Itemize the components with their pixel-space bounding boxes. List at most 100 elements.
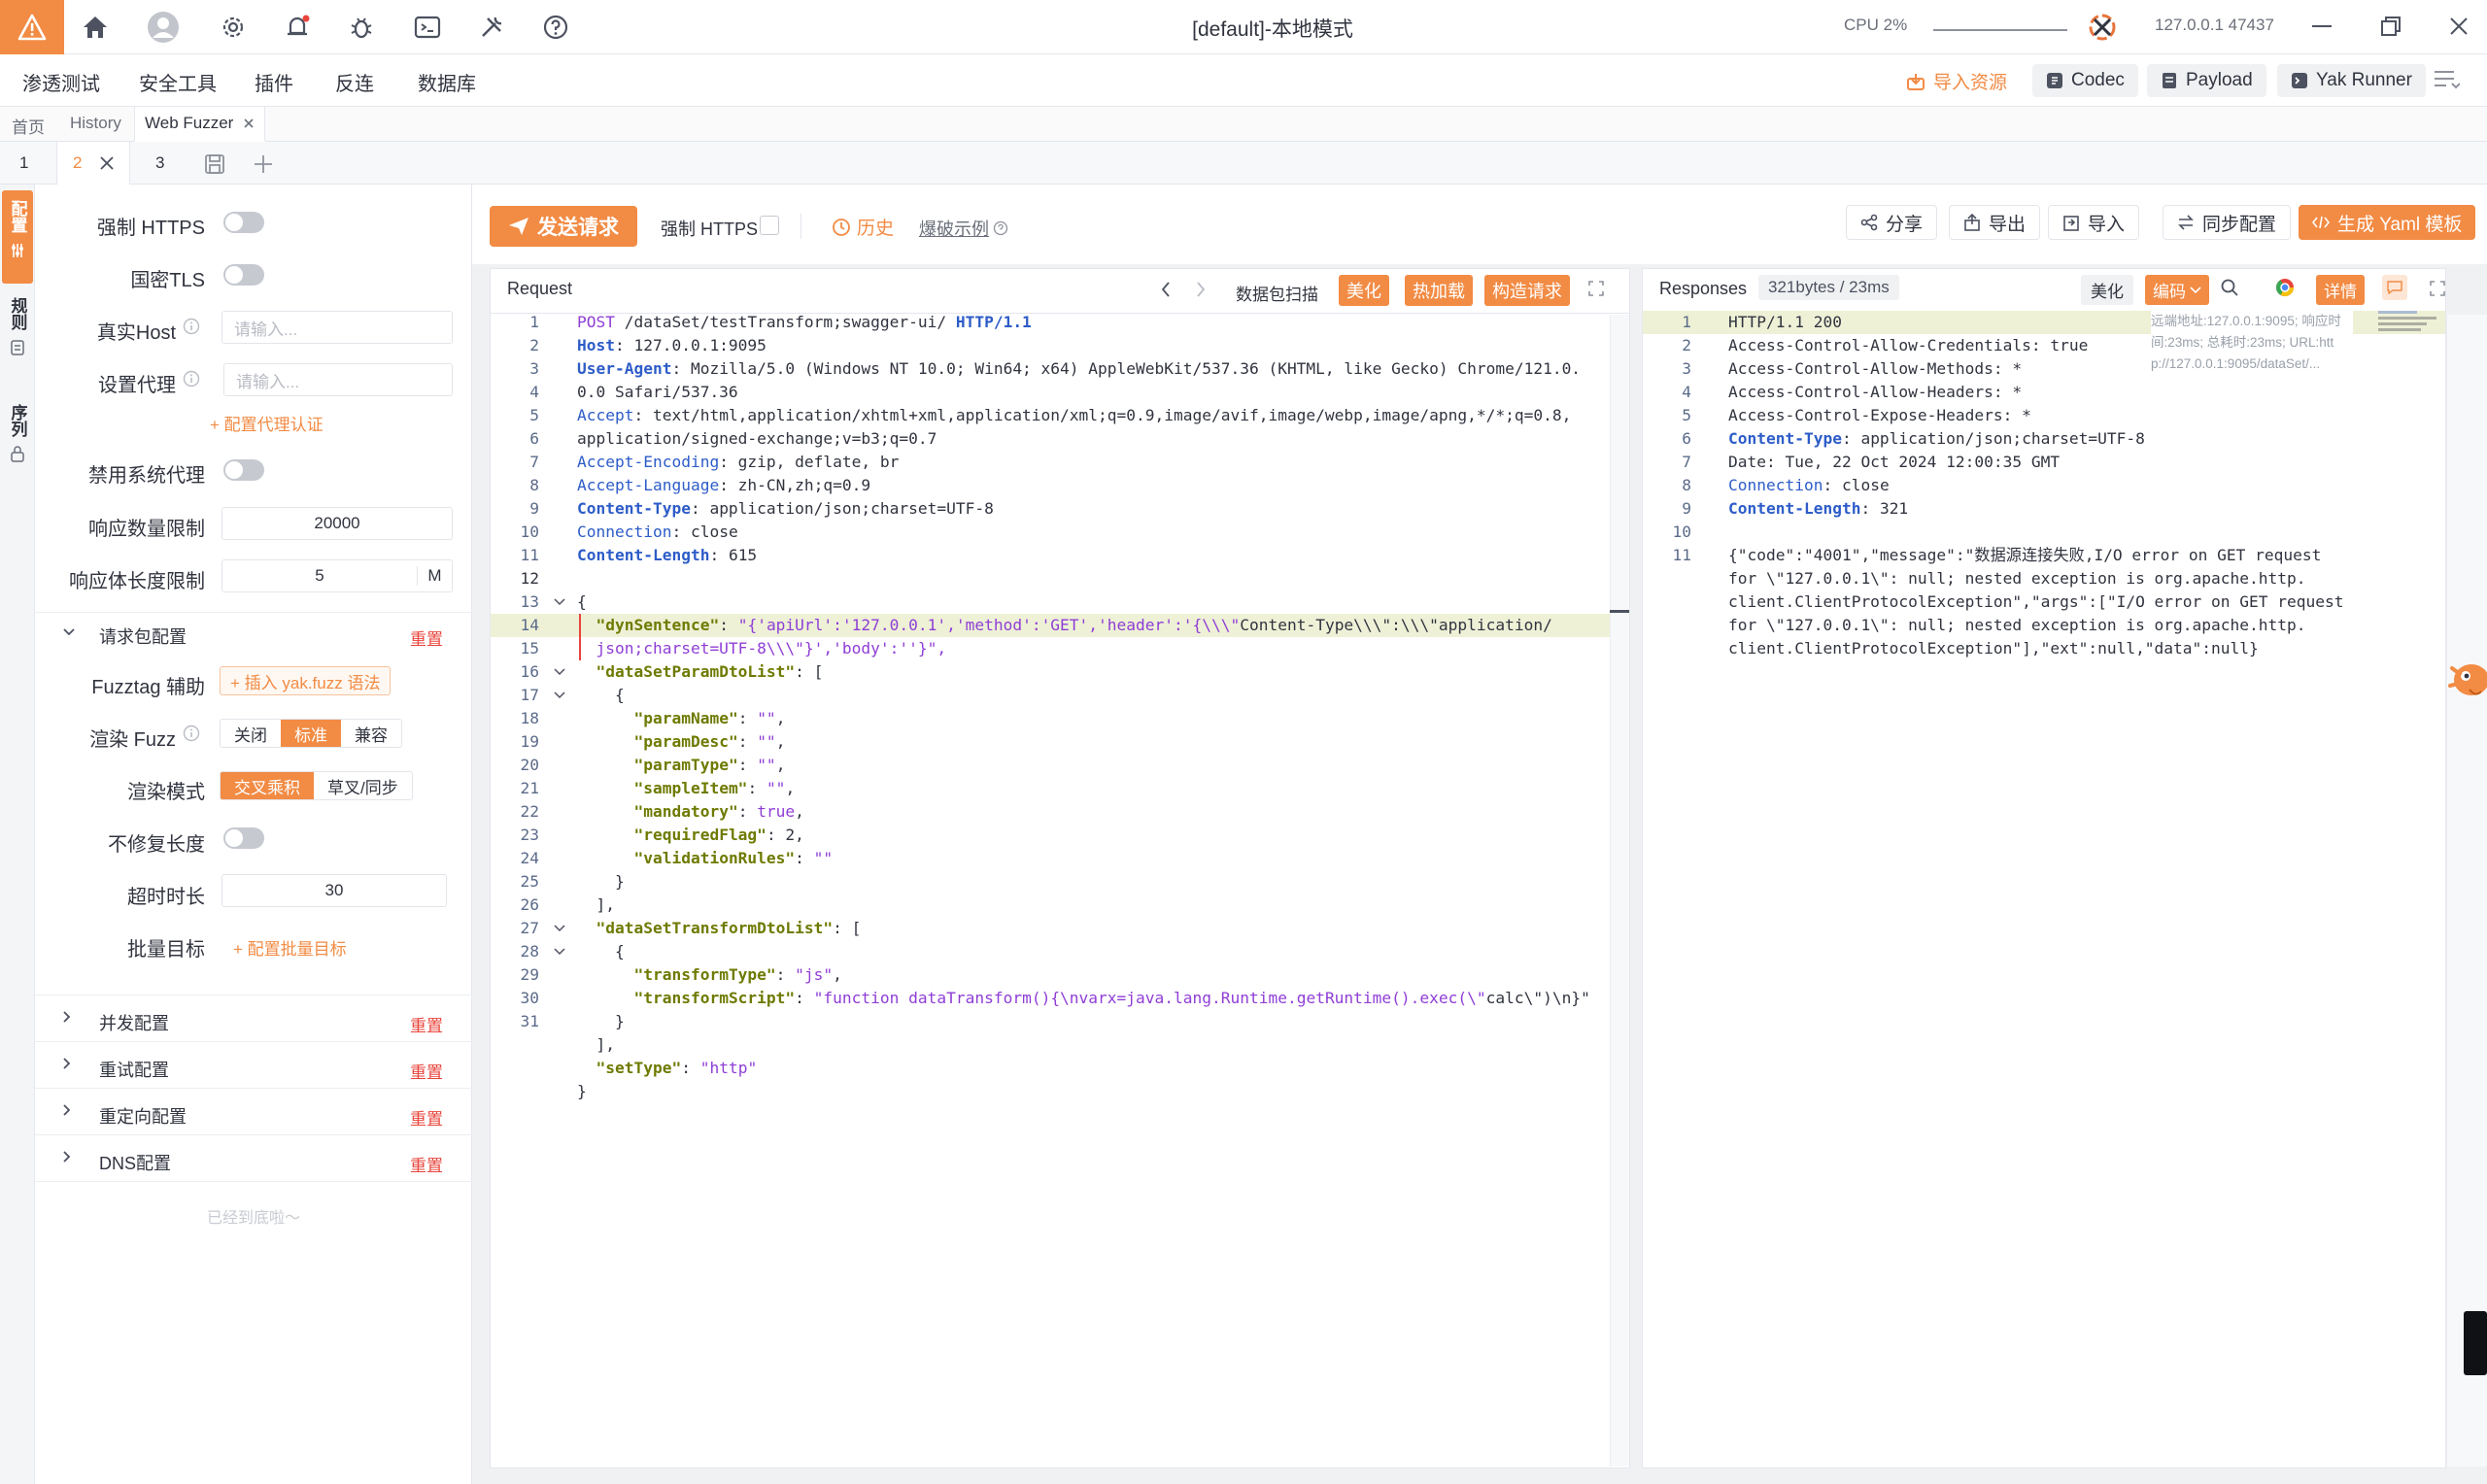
next-arrow-icon[interactable]	[1195, 281, 1207, 298]
close-window-button[interactable]	[2448, 16, 2470, 37]
concurrency-header[interactable]: 并发配置	[99, 1010, 169, 1035]
menu-plugins[interactable]: 插件	[255, 68, 293, 96]
tab-web-fuzzer[interactable]: Web Fuzzer	[134, 107, 266, 142]
strip-config[interactable]: 配置	[2, 190, 33, 284]
import-resource-button[interactable]: 导入资源	[1906, 68, 2007, 94]
settings-icon[interactable]	[216, 10, 251, 45]
warning-button[interactable]	[0, 0, 64, 54]
tab-history[interactable]: History	[70, 114, 121, 133]
mode-cross-product[interactable]: 交叉乘积	[221, 772, 314, 799]
chevron-right-icon[interactable]	[62, 1057, 72, 1070]
chrome-icon[interactable]	[2275, 278, 2295, 297]
packet-scan-button[interactable]: 数据包扫描	[1236, 278, 1318, 308]
home-icon[interactable]	[78, 10, 113, 45]
menu-list-icon[interactable]	[2433, 68, 2460, 91]
add-tab-icon[interactable]	[253, 153, 274, 175]
gm-tls-toggle[interactable]	[223, 264, 264, 286]
send-request-button[interactable]: 发送请求	[490, 206, 637, 247]
subtab-2[interactable]: 2	[56, 142, 130, 185]
chevron-down-icon[interactable]	[62, 627, 76, 637]
request-beautify-button[interactable]: 美化	[1339, 275, 1389, 306]
mode-pitchfork[interactable]: 草叉/同步	[314, 772, 412, 799]
floating-handle[interactable]	[2464, 1311, 2487, 1375]
proxy-input[interactable]: 请输入...	[223, 363, 453, 396]
share-button[interactable]: 分享	[1846, 205, 1938, 240]
body-limit-input[interactable]: 5 M	[221, 559, 453, 592]
build-request-button[interactable]: 构造请求	[1484, 275, 1570, 306]
yak-runner-button[interactable]: Yak Runner	[2277, 64, 2426, 97]
yaml-template-button[interactable]: 生成 Yaml 模板	[2299, 205, 2476, 240]
no-fix-len-toggle[interactable]	[223, 827, 264, 849]
history-button[interactable]: 历史	[832, 214, 894, 240]
strip-sequence[interactable]: 序列	[2, 404, 33, 482]
close-subtab-icon[interactable]	[99, 155, 115, 171]
restore-button[interactable]	[2380, 16, 2402, 37]
example-link[interactable]: 爆破示例	[919, 216, 1008, 241]
force-https-toggle[interactable]	[223, 212, 264, 233]
resp-limit-input[interactable]: 20000	[221, 507, 453, 540]
batch-target-link[interactable]: + 配置批量目标	[233, 935, 347, 960]
encode-dropdown[interactable]: 编码	[2145, 275, 2209, 305]
tab-home[interactable]: 首页	[12, 114, 45, 138]
chevron-right-icon[interactable]	[62, 1010, 72, 1024]
proxy-auth-link[interactable]: + 配置代理认证	[210, 411, 324, 435]
render-compat[interactable]: 兼容	[341, 720, 401, 747]
help-icon[interactable]	[538, 10, 573, 45]
mascot-icon[interactable]	[2442, 651, 2487, 705]
terminal-icon[interactable]	[410, 10, 445, 45]
sync-config-button[interactable]: 同步配置	[2163, 205, 2292, 240]
render-standard[interactable]: 标准	[281, 720, 341, 747]
fold-chevron-icon[interactable]	[550, 917, 569, 940]
chevron-right-icon[interactable]	[62, 1103, 72, 1117]
menu-reverse[interactable]: 反连	[335, 68, 374, 96]
save-tabs-icon[interactable]	[204, 153, 227, 175]
payload-button[interactable]: Payload	[2147, 64, 2266, 97]
detail-button[interactable]: 详情	[2316, 275, 2365, 305]
expand-request-icon[interactable]	[1587, 280, 1605, 297]
engine-icon[interactable]	[2087, 12, 2118, 43]
fold-chevron-icon[interactable]	[550, 590, 569, 614]
dns-header[interactable]: DNS配置	[99, 1150, 171, 1175]
retry-reset[interactable]: 重置	[410, 1059, 443, 1083]
response-beautify-button[interactable]: 美化	[2081, 275, 2133, 305]
fold-chevron-icon[interactable]	[550, 940, 569, 963]
response-code-line: Content-Length: 321	[1728, 499, 1909, 518]
chevron-right-icon[interactable]	[62, 1150, 72, 1164]
menu-database[interactable]: 数据库	[418, 68, 476, 96]
expand-response-icon[interactable]	[2429, 280, 2446, 297]
bell-icon[interactable]	[280, 10, 315, 45]
disable-sys-proxy-toggle[interactable]	[223, 459, 264, 481]
tools-icon[interactable]	[474, 10, 509, 45]
prev-arrow-icon[interactable]	[1160, 281, 1172, 298]
codec-button[interactable]: Codec	[2032, 64, 2138, 97]
concurrency-reset[interactable]: 重置	[410, 1012, 443, 1036]
req-pkg-reset[interactable]: 重置	[410, 625, 443, 650]
menu-pentest[interactable]: 渗透测试	[22, 68, 100, 96]
search-icon[interactable]	[2221, 279, 2238, 296]
fuzztag-button[interactable]: + 插入 yak.fuzz 语法	[220, 666, 392, 695]
close-tab-icon[interactable]	[243, 118, 255, 129]
retry-header[interactable]: 重试配置	[99, 1057, 169, 1082]
comment-button[interactable]	[2382, 275, 2407, 300]
fold-chevron-icon[interactable]	[550, 660, 569, 684]
minimize-button[interactable]	[2312, 25, 2332, 27]
response-scrollbar[interactable]	[2446, 315, 2487, 1467]
menu-security-tools[interactable]: 安全工具	[139, 68, 217, 96]
import-button[interactable]: 导入	[2048, 205, 2140, 240]
timeout-input[interactable]: 30	[221, 874, 447, 907]
render-off[interactable]: 关闭	[221, 720, 281, 747]
hot-reload-button[interactable]: 热加载	[1405, 275, 1473, 306]
request-scrollbar[interactable]	[1610, 315, 1629, 1467]
export-button[interactable]: 导出	[1949, 205, 2041, 240]
redirect-header[interactable]: 重定向配置	[99, 1103, 187, 1129]
req-pkg-header[interactable]: 请求包配置	[99, 624, 187, 649]
real-host-input[interactable]: 请输入...	[221, 311, 453, 344]
bug-icon[interactable]	[344, 10, 379, 45]
avatar-icon[interactable]	[146, 10, 181, 45]
subtab-3[interactable]: 3	[155, 153, 164, 173]
redirect-reset[interactable]: 重置	[410, 1105, 443, 1130]
force-https-checkbox[interactable]	[760, 216, 779, 235]
subtab-1[interactable]: 1	[19, 153, 28, 173]
dns-reset[interactable]: 重置	[410, 1152, 443, 1176]
fold-chevron-icon[interactable]	[550, 684, 569, 707]
